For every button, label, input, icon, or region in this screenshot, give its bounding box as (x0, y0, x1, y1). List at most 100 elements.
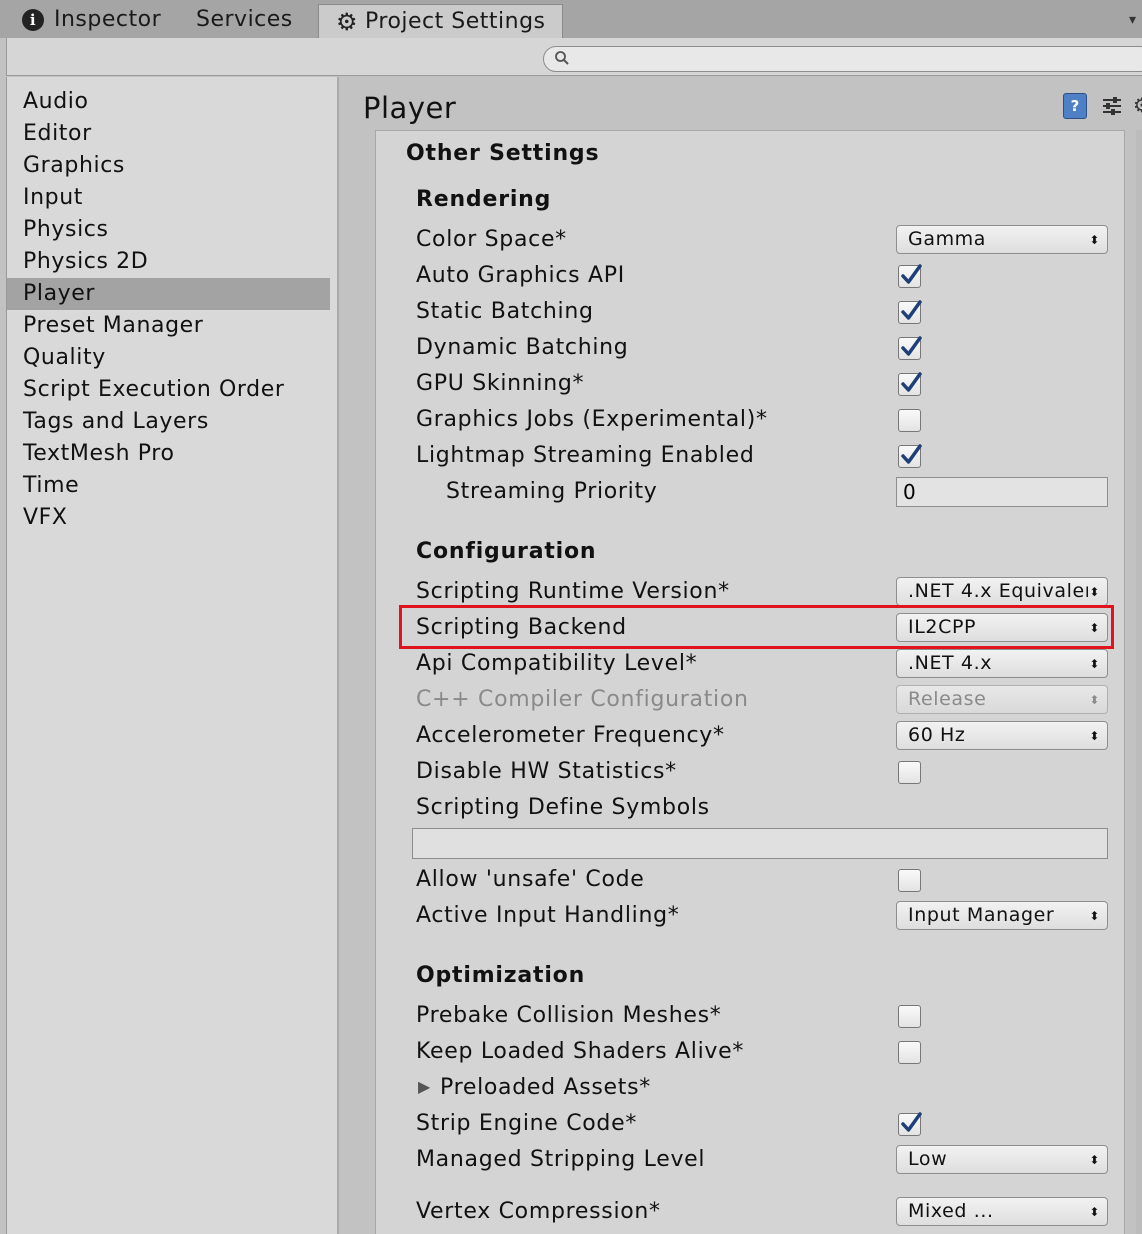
sidebar-item-preset-manager[interactable]: Preset Manager (7, 310, 330, 342)
accelerometer-value: 60 Hz (908, 724, 966, 746)
disable-hw-stats-checkbox[interactable] (898, 761, 921, 784)
tab-inspector-label: Inspector (54, 7, 162, 32)
dropdown-arrow-icon: ⬍ (1089, 1153, 1100, 1167)
other-settings-header[interactable]: Other Settings (406, 141, 599, 166)
help-book-icon[interactable]: ? (1063, 93, 1087, 119)
sidebar-item-textmesh-pro[interactable]: TextMesh Pro (7, 438, 330, 470)
checkmark-icon (901, 300, 922, 320)
sidebar-item-tags-and-layers[interactable]: Tags and Layers (7, 406, 330, 438)
auto-graphics-api-label: Auto Graphics API (416, 263, 625, 288)
tab-services-label: Services (196, 7, 293, 32)
scripting-runtime-label: Scripting Runtime Version* (416, 579, 730, 604)
preset-sliders-icon[interactable] (1099, 93, 1125, 119)
auto-graphics-api-checkbox[interactable] (898, 264, 922, 288)
checkmark-icon (901, 1112, 922, 1132)
managed-stripping-value: Low (908, 1148, 948, 1170)
static-batching-label: Static Batching (416, 299, 594, 324)
scripting-backend-value: IL2CPP (908, 616, 977, 638)
dropdown-arrow-icon: ⬍ (1089, 729, 1100, 743)
keep-shaders-label: Keep Loaded Shaders Alive* (416, 1039, 745, 1064)
keep-shaders-checkbox[interactable] (898, 1041, 921, 1064)
cpp-compiler-value: Release (908, 688, 987, 710)
lightmap-streaming-checkbox[interactable] (898, 444, 922, 468)
prebake-collision-label: Prebake Collision Meshes* (416, 1003, 722, 1028)
api-compat-value: .NET 4.x (908, 652, 993, 674)
input-handling-label: Active Input Handling* (416, 903, 680, 928)
tab-project-settings[interactable]: ⚙ Project Settings (318, 4, 563, 38)
window-tab-bar: i Inspector Services ⚙ Project Settings … (0, 0, 1142, 38)
gpu-skinning-label: GPU Skinning* (416, 371, 585, 396)
vertex-compression-label: Vertex Compression* (416, 1199, 661, 1224)
checkmark-icon (901, 264, 922, 284)
vertex-compression-value: Mixed ... (908, 1200, 994, 1222)
sidebar-item-input[interactable]: Input (7, 182, 330, 214)
accelerometer-dropdown[interactable]: 60 Hz ⬍ (896, 721, 1108, 750)
sidebar-item-editor[interactable]: Editor (7, 118, 330, 150)
tab-menu-icon[interactable]: ▾ (1129, 12, 1136, 28)
dropdown-arrow-icon: ⬍ (1089, 621, 1100, 635)
vertex-compression-dropdown[interactable]: Mixed ... ⬍ (896, 1197, 1108, 1226)
cpp-compiler-dropdown: Release ⬍ (896, 685, 1108, 714)
tab-services[interactable]: Services (196, 3, 293, 36)
graphics-jobs-label: Graphics Jobs (Experimental)* (416, 407, 768, 432)
managed-stripping-dropdown[interactable]: Low ⬍ (896, 1145, 1108, 1174)
sidebar-item-time[interactable]: Time (7, 470, 330, 502)
sidebar-item-quality[interactable]: Quality (7, 342, 330, 374)
gear-menu-icon[interactable]: ⚙ (1133, 93, 1142, 117)
tab-project-settings-label: Project Settings (365, 9, 546, 34)
sidebar-item-script-execution-order[interactable]: Script Execution Order (7, 374, 330, 406)
cpp-compiler-label: C++ Compiler Configuration (416, 687, 749, 712)
strip-engine-label: Strip Engine Code* (416, 1111, 638, 1136)
sidebar-item-player[interactable]: Player (7, 278, 330, 310)
tab-inspector[interactable]: i Inspector (22, 3, 161, 36)
checkmark-icon (901, 372, 922, 392)
sidebar-item-audio[interactable]: Audio (7, 86, 330, 118)
rendering-header: Rendering (416, 187, 552, 212)
scripting-runtime-dropdown[interactable]: .NET 4.x Equivalent ⬍ (896, 577, 1108, 606)
gear-icon: ⚙ (335, 7, 358, 36)
streaming-priority-label: Streaming Priority (446, 479, 658, 504)
define-symbols-input[interactable] (412, 828, 1108, 859)
settings-sidebar: Audio Editor Graphics Input Physics Phys… (6, 77, 339, 1234)
api-compat-dropdown[interactable]: .NET 4.x ⬍ (896, 649, 1108, 678)
allow-unsafe-checkbox[interactable] (898, 869, 921, 892)
search-input[interactable] (543, 46, 1142, 72)
scrollbar[interactable] (1136, 130, 1142, 1234)
scripting-backend-dropdown[interactable]: IL2CPP ⬍ (896, 613, 1108, 642)
graphics-jobs-checkbox[interactable] (898, 409, 921, 432)
lightmap-streaming-label: Lightmap Streaming Enabled (416, 443, 755, 468)
foldout-arrow-icon[interactable]: ▶ (418, 1077, 430, 1096)
dropdown-arrow-icon: ⬍ (1089, 693, 1100, 707)
prebake-collision-checkbox[interactable] (898, 1005, 921, 1028)
streaming-priority-field[interactable]: 0 (896, 477, 1108, 507)
managed-stripping-label: Managed Stripping Level (416, 1147, 706, 1172)
dynamic-batching-checkbox[interactable] (898, 336, 922, 360)
page-title: Player (363, 91, 457, 125)
disable-hw-stats-label: Disable HW Statistics* (416, 759, 677, 784)
dropdown-arrow-icon: ⬍ (1089, 233, 1100, 247)
other-settings-panel (375, 130, 1125, 1234)
preloaded-assets-foldout[interactable]: Preloaded Assets* (440, 1075, 651, 1100)
define-symbols-label: Scripting Define Symbols (416, 795, 710, 820)
checkmark-icon (901, 336, 922, 356)
sidebar-item-graphics[interactable]: Graphics (7, 150, 330, 182)
dropdown-arrow-icon: ⬍ (1089, 657, 1100, 671)
dropdown-arrow-icon: ⬍ (1089, 909, 1100, 923)
input-handling-dropdown[interactable]: Input Manager ⬍ (896, 901, 1108, 930)
static-batching-checkbox[interactable] (898, 300, 922, 324)
color-space-label: Color Space* (416, 227, 567, 252)
dynamic-batching-label: Dynamic Batching (416, 335, 629, 360)
sidebar-item-physics-2d[interactable]: Physics 2D (7, 246, 330, 278)
dropdown-arrow-icon: ⬍ (1089, 585, 1100, 599)
settings-toolbar (6, 38, 1142, 76)
color-space-dropdown[interactable]: Gamma ⬍ (896, 225, 1108, 254)
search-icon (555, 51, 569, 65)
gpu-skinning-checkbox[interactable] (898, 372, 922, 396)
configuration-header: Configuration (416, 539, 597, 564)
scripting-runtime-value: .NET 4.x Equivalent (908, 580, 1088, 602)
strip-engine-checkbox[interactable] (898, 1112, 922, 1136)
info-icon: i (22, 8, 44, 31)
sidebar-item-vfx[interactable]: VFX (7, 502, 330, 534)
sidebar-item-physics[interactable]: Physics (7, 214, 330, 246)
accelerometer-label: Accelerometer Frequency* (416, 723, 725, 748)
